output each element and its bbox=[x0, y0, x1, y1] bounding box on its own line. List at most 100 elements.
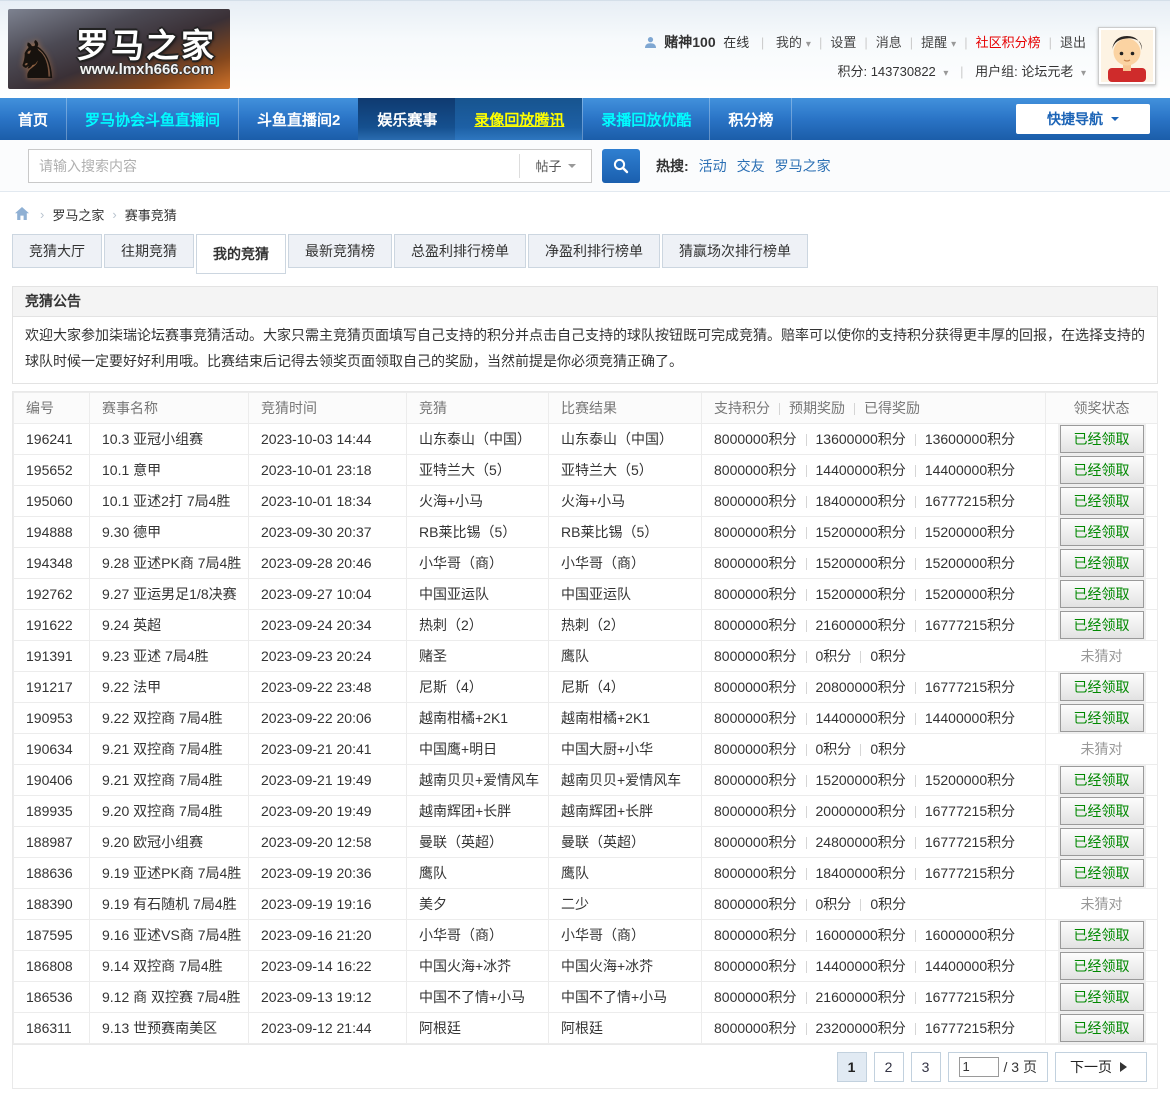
cell-time: 2023-09-19 20:36 bbox=[249, 858, 407, 889]
cell-status: 未猜对 bbox=[1046, 641, 1158, 672]
page-jump-input[interactable] bbox=[959, 1057, 999, 1077]
points-value[interactable]: 143730822 bbox=[871, 64, 936, 79]
user-menu-item[interactable]: 提醒 bbox=[902, 35, 956, 50]
user-menu-item[interactable]: 社区积分榜 bbox=[956, 35, 1040, 50]
cell-event: 9.22 双控商 7局4胜 bbox=[90, 703, 249, 734]
quick-nav-button[interactable]: 快捷导航 bbox=[1016, 104, 1150, 134]
user-menu-item[interactable]: 我的 bbox=[776, 35, 811, 50]
next-page-button[interactable]: 下一页 bbox=[1055, 1052, 1147, 1082]
site-logo[interactable]: ♞ 罗马之家 www.lmxh666.com bbox=[8, 9, 230, 89]
usergroup-caret-icon[interactable]: ▾ bbox=[1081, 68, 1086, 79]
claim-status[interactable]: 已经领取 bbox=[1060, 549, 1144, 577]
table-row: 191217 9.22 法甲 2023-09-22 23:48 尼斯（4） 尼斯… bbox=[14, 672, 1158, 703]
claim-status[interactable]: 已经领取 bbox=[1060, 1014, 1144, 1042]
cell-time: 2023-09-14 16:22 bbox=[249, 951, 407, 982]
earned-reward: 16777215积分 bbox=[925, 679, 1015, 695]
breadcrumb-item[interactable]: 罗马之家 bbox=[52, 205, 104, 224]
claim-status[interactable]: 已经领取 bbox=[1060, 456, 1144, 484]
points-caret-icon[interactable]: ▾ bbox=[943, 68, 948, 79]
col-bet: 竞猜 bbox=[407, 393, 549, 424]
earned-reward: 15200000积分 bbox=[925, 586, 1015, 602]
user-info: 赌神100 在线 | 我的设置消息提醒社区积分榜退出 积分: 143730822… bbox=[644, 31, 1086, 83]
online-status: 在线 bbox=[723, 35, 749, 50]
nav-item[interactable]: 积分榜 bbox=[709, 98, 792, 140]
search-input[interactable] bbox=[29, 151, 519, 181]
nav-item[interactable]: 娱乐赛事 bbox=[358, 98, 455, 140]
table-row: 188636 9.19 亚述PK商 7局4胜 2023-09-19 20:36 … bbox=[14, 858, 1158, 889]
table-row: 195652 10.1 意甲 2023-10-01 23:18 亚特兰大（5） … bbox=[14, 455, 1158, 486]
search-type-label: 帖子 bbox=[535, 156, 561, 175]
claim-status[interactable]: 已经领取 bbox=[1060, 580, 1144, 608]
cell-result: 山东泰山（中国） bbox=[549, 424, 702, 455]
nav-item[interactable]: 罗马协会斗鱼直播间 bbox=[66, 98, 238, 140]
page-total-label: / 3 页 bbox=[1004, 1057, 1037, 1077]
tab[interactable]: 我的竞猜 bbox=[196, 234, 286, 274]
user-menu-item[interactable]: 退出 bbox=[1041, 35, 1086, 50]
claim-status[interactable]: 已经领取 bbox=[1060, 859, 1144, 887]
cell-event: 9.13 世预赛南美区 bbox=[90, 1013, 249, 1044]
hot-search-link[interactable]: 罗马之家 bbox=[775, 156, 831, 176]
avatar[interactable] bbox=[1098, 27, 1156, 85]
table-header-row: 编号 赛事名称 竞猜时间 竞猜 比赛结果 支持积分预期奖励已得奖励 领奖状态 bbox=[14, 393, 1158, 424]
cell-id: 191217 bbox=[14, 672, 90, 703]
user-menu-item[interactable]: 消息 bbox=[856, 35, 901, 50]
earned-reward: 0积分 bbox=[870, 741, 906, 757]
claim-status[interactable]: 已经领取 bbox=[1060, 766, 1144, 794]
table-row: 190953 9.22 双控商 7局4胜 2023-09-22 20:06 越南… bbox=[14, 703, 1158, 734]
tab[interactable]: 猜赢场次排行榜单 bbox=[662, 234, 808, 268]
hot-search-link[interactable]: 活动 bbox=[699, 156, 727, 176]
claim-status[interactable]: 已经领取 bbox=[1060, 425, 1144, 453]
user-menu-item[interactable]: 设置 bbox=[811, 35, 856, 50]
bet-table-body: 196241 10.3 亚冠小组赛 2023-10-03 14:44 山东泰山（… bbox=[14, 424, 1158, 1044]
top-bar: ♞ 罗马之家 www.lmxh666.com 赌神100 在线 | 我的设置消息… bbox=[0, 0, 1170, 98]
search-type-select[interactable]: 帖子 bbox=[519, 154, 591, 178]
claim-status[interactable]: 已经领取 bbox=[1060, 611, 1144, 639]
claim-status[interactable]: 已经领取 bbox=[1060, 704, 1144, 732]
cell-result: 小华哥（商） bbox=[549, 920, 702, 951]
cell-status: 已经领取 bbox=[1046, 548, 1158, 579]
cell-points: 8000000积分0积分0积分 bbox=[702, 889, 1046, 920]
page-button[interactable]: 2 bbox=[874, 1052, 904, 1082]
table-row: 186536 9.12 商 双控赛 7局4胜 2023-09-13 19:12 … bbox=[14, 982, 1158, 1013]
cell-status: 已经领取 bbox=[1046, 858, 1158, 889]
search-icon bbox=[612, 157, 630, 175]
home-icon[interactable] bbox=[14, 206, 30, 224]
claim-status[interactable]: 已经领取 bbox=[1060, 828, 1144, 856]
tab[interactable]: 净盈利排行榜单 bbox=[528, 234, 660, 268]
nav-item[interactable]: 斗鱼直播间2 bbox=[238, 98, 358, 140]
search-button[interactable] bbox=[602, 149, 640, 183]
cell-bet: 越南贝贝+爱情风车 bbox=[407, 765, 549, 796]
claim-status[interactable]: 已经领取 bbox=[1060, 983, 1144, 1011]
page-button[interactable]: 3 bbox=[911, 1052, 941, 1082]
cell-status: 未猜对 bbox=[1046, 889, 1158, 920]
tab[interactable]: 往期竞猜 bbox=[104, 234, 194, 268]
cell-event: 9.30 德甲 bbox=[90, 517, 249, 548]
expected-reward: 15200000积分 bbox=[816, 524, 906, 540]
nav-item[interactable]: 录播回放优酷 bbox=[582, 98, 709, 140]
tab[interactable]: 竞猜大厅 bbox=[12, 234, 102, 268]
claim-status[interactable]: 已经领取 bbox=[1060, 952, 1144, 980]
breadcrumb-separator: › bbox=[40, 207, 44, 222]
tab[interactable]: 总盈利排行榜单 bbox=[394, 234, 526, 268]
cell-status: 已经领取 bbox=[1046, 610, 1158, 641]
claim-status[interactable]: 已经领取 bbox=[1060, 518, 1144, 546]
breadcrumb-item[interactable]: 赛事竞猜 bbox=[125, 205, 177, 224]
cell-result: 越南贝贝+爱情风车 bbox=[549, 765, 702, 796]
claim-status[interactable]: 已经领取 bbox=[1060, 797, 1144, 825]
usergroup-value[interactable]: 论坛元老 bbox=[1021, 64, 1073, 79]
nav-item[interactable]: 录像回放腾讯 bbox=[455, 98, 582, 140]
page-button[interactable]: 1 bbox=[837, 1052, 867, 1082]
nav-item[interactable]: 首页 bbox=[0, 98, 66, 140]
username[interactable]: 赌神100 bbox=[664, 34, 715, 50]
claim-status[interactable]: 已经领取 bbox=[1060, 487, 1144, 515]
tab[interactable]: 最新竞猜榜 bbox=[288, 234, 392, 268]
cell-bet: 小华哥（商） bbox=[407, 920, 549, 951]
hot-search-link[interactable]: 交友 bbox=[737, 156, 765, 176]
cell-id: 191391 bbox=[14, 641, 90, 672]
earned-reward: 15200000积分 bbox=[925, 524, 1015, 540]
cell-status: 未猜对 bbox=[1046, 734, 1158, 765]
cell-points: 8000000积分15200000积分15200000积分 bbox=[702, 765, 1046, 796]
claim-status[interactable]: 已经领取 bbox=[1060, 921, 1144, 949]
cell-result: 鹰队 bbox=[549, 641, 702, 672]
claim-status[interactable]: 已经领取 bbox=[1060, 673, 1144, 701]
